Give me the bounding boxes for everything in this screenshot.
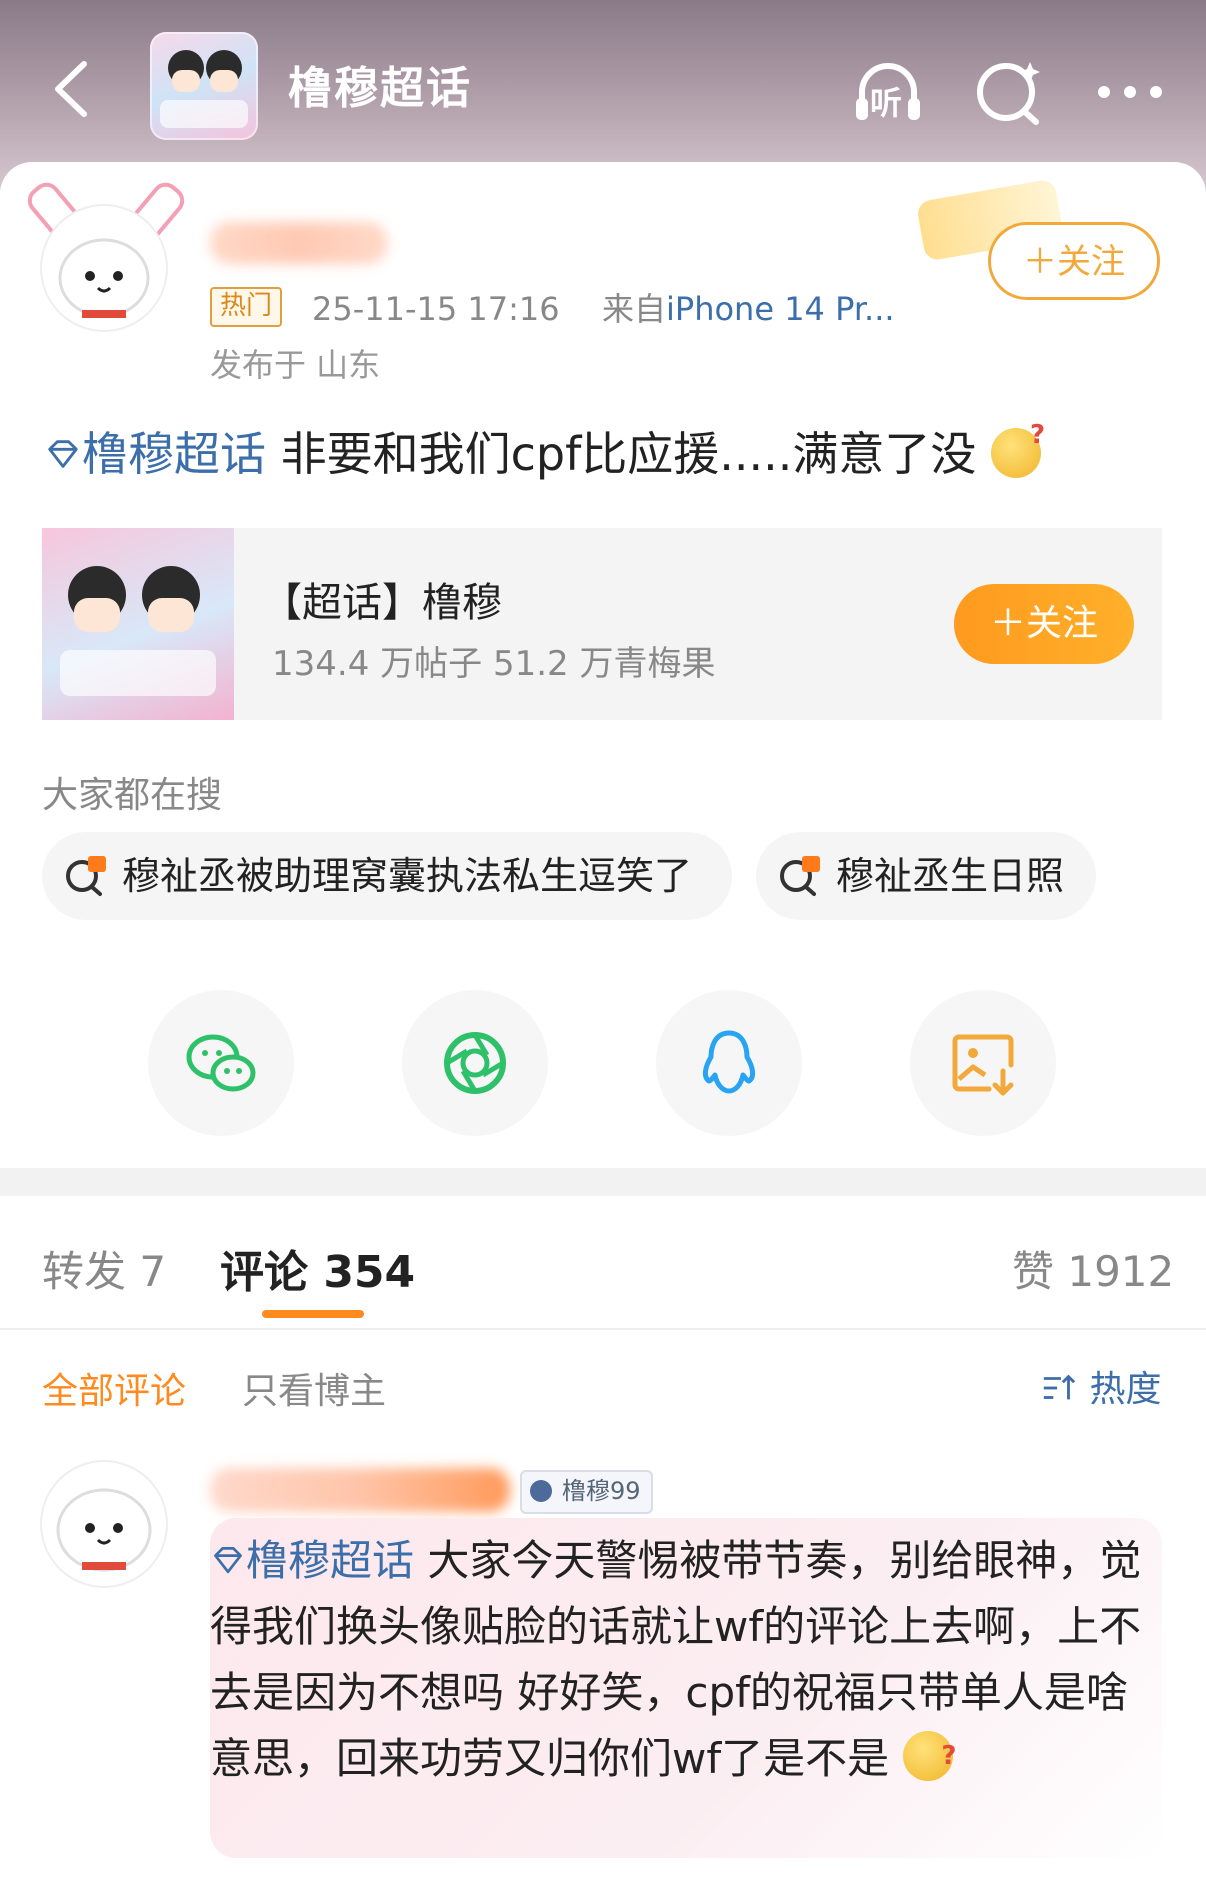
filter-owner-only[interactable]: 只看博主 [242,1362,386,1414]
sort-label: 热度 [1089,1369,1162,1410]
trending-search-text: 穆祉丞被助理窝囊执法私生逗笑了 [122,854,693,898]
device-link[interactable]: iPhone 14 Pr... [666,290,895,328]
commenter-avatar[interactable] [42,1462,166,1586]
tab-repost[interactable]: 转发 7 [42,1238,166,1299]
save-image-icon [952,1034,1014,1096]
post-topic-link[interactable]: 橹穆超话 [82,427,266,481]
supertopic-diamond-icon [214,1547,242,1574]
moments-icon [444,1032,506,1094]
supertopic-stats: 134.4 万帖子 51.2 万青梅果 [272,644,716,684]
save-image-button[interactable] [910,990,1056,1136]
listen-icon[interactable]: 听 [848,52,928,132]
tab-comments[interactable]: 评论 354 [220,1236,415,1300]
fan-level-text: 橹穆99 [562,1477,641,1505]
hot-tag: 热门 [210,287,283,327]
supertopic-thumbnail[interactable] [150,32,258,140]
supertopic-name: 【超话】橹穆 [262,580,502,626]
filter-all-comments[interactable]: 全部评论 [42,1362,186,1414]
post-location: 发布于 山东 [210,346,381,384]
trending-search-item[interactable]: 穆祉丞生日照 [756,832,1096,920]
thinking-emoji-icon [991,420,1045,478]
post-text: 橹穆超话 非要和我们cpf比应援.....满意了没 [44,418,1045,484]
active-tab-indicator [262,1310,364,1318]
from-prefix: 来自 [601,290,666,328]
follow-author-button[interactable]: ＋关注 [988,222,1160,300]
comment-text: 橹穆超话 大家今天警惕被带节奏，别给眼神，觉得我们换头像贴脸的话就让wf的评论上… [210,1528,1150,1792]
qq-icon [702,1030,756,1094]
back-icon[interactable] [40,54,110,124]
wechat-icon [186,1034,256,1092]
more-icon[interactable] [1090,52,1170,132]
tab-divider [0,1328,1206,1330]
share-qq-button[interactable] [656,990,802,1136]
post-meta: 25-11-15 17:16 来自iPhone 14 Pr... [312,284,895,330]
supertopic-image[interactable] [42,528,234,720]
author-avatar[interactable] [42,206,166,330]
author-name-blurred[interactable] [210,222,388,264]
fan-level-badge: 橹穆99 [520,1470,653,1514]
trending-search-text: 穆祉丞生日照 [836,854,1065,898]
sort-by-hot-button[interactable]: 热度 [1040,1360,1161,1412]
sort-icon [1043,1374,1076,1400]
tab-likes[interactable]: 赞 1912 [1012,1238,1174,1299]
supertopic-diamond-icon [48,440,78,468]
commenter-name-blurred[interactable] [210,1468,510,1512]
post-datetime: 25-11-15 17:16 [312,290,560,328]
comment-topic-link[interactable]: 橹穆超话 [246,1536,414,1585]
follow-supertopic-button[interactable]: ＋关注 [954,584,1134,664]
thinking-emoji-icon [902,1723,957,1789]
search-icon[interactable] [970,52,1050,132]
section-divider [0,1168,1206,1196]
trending-search-item[interactable]: 穆祉丞被助理窝囊执法私生逗笑了 [42,832,732,920]
trending-label: 大家都在搜 [42,775,223,816]
page-title: 橹穆超话 [288,63,472,114]
share-wechat-button[interactable] [148,990,294,1136]
hot-search-icon [780,856,820,896]
hot-search-icon [66,856,106,896]
listen-label: 听 [870,84,903,122]
post-body: 非要和我们cpf比应援.....满意了没 [266,427,977,481]
share-moments-button[interactable] [402,990,548,1136]
